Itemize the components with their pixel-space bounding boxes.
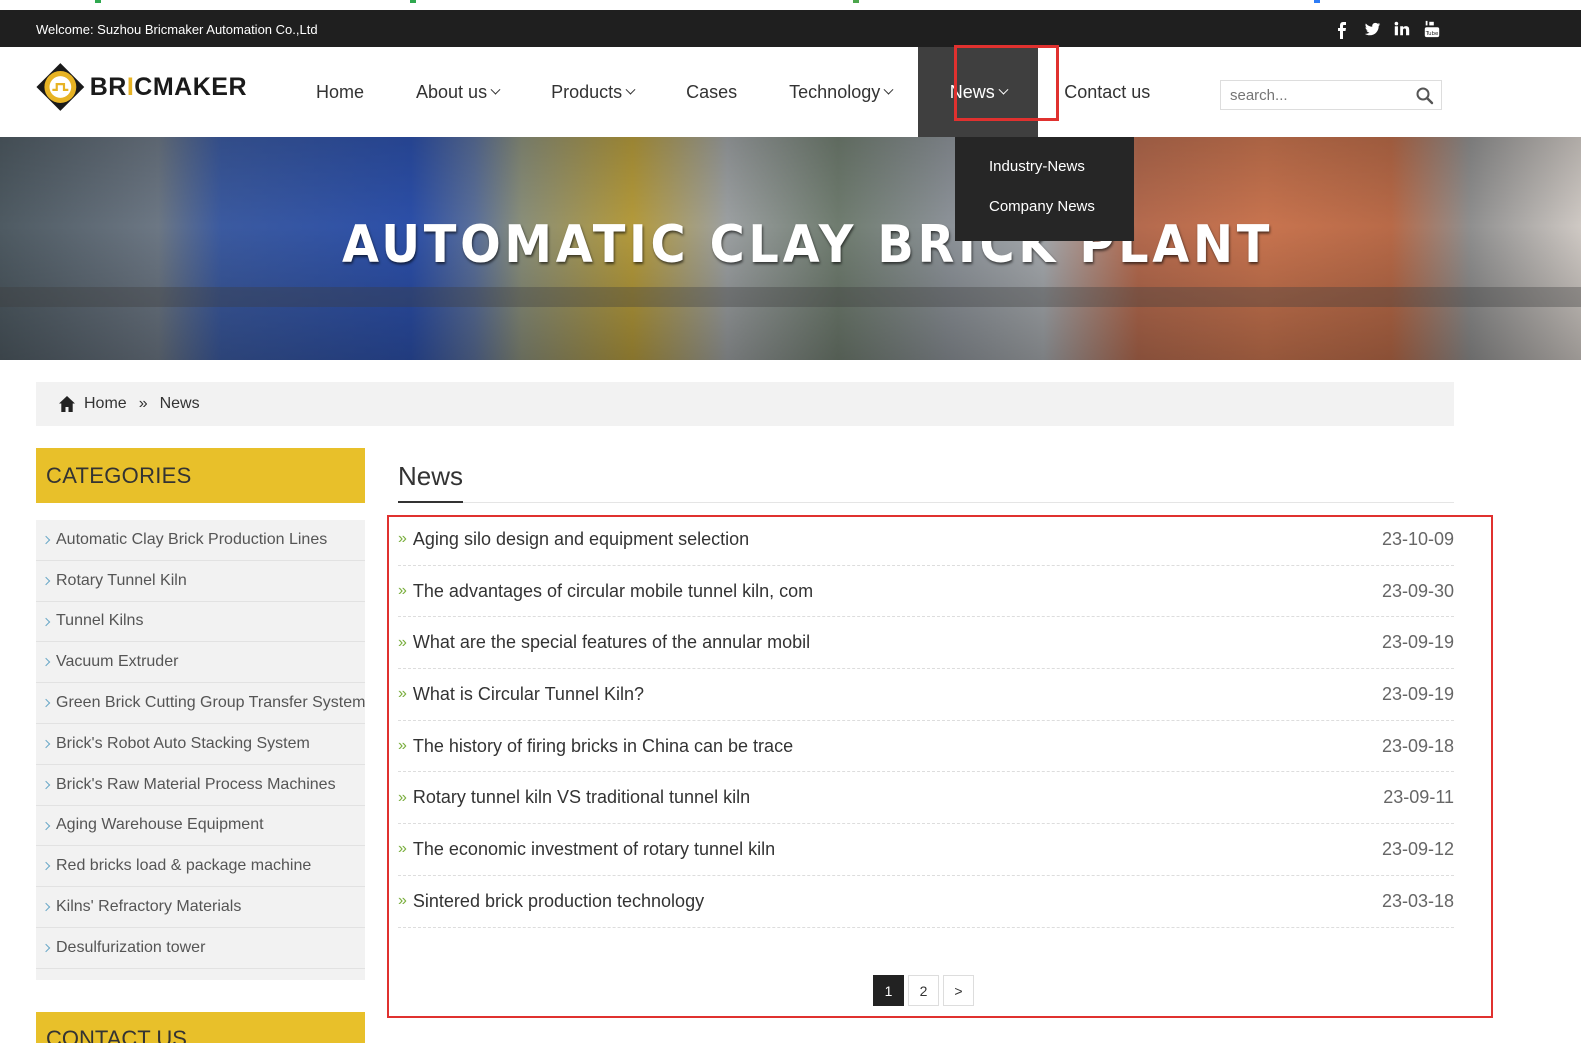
category-label: Kilns' Refractory Materials [56, 898, 242, 916]
chevron-down-icon [998, 84, 1009, 95]
nav-products[interactable]: Products [525, 47, 660, 137]
social-links: Tube [1333, 19, 1441, 39]
category-label: Brick's Raw Material Process Machines [56, 775, 336, 793]
category-label: Brick's Robot Auto Stacking System [56, 734, 310, 752]
brand-name: BRICMAKER [90, 73, 247, 102]
search-icon[interactable] [1415, 86, 1435, 106]
chevron-right-icon [41, 943, 51, 953]
chevron-down-icon [490, 84, 501, 95]
category-item[interactable]: Desulfurization tower [36, 928, 365, 969]
chevron-right-icon [41, 739, 51, 749]
dropdown-item-company-news[interactable]: Company News [955, 187, 1134, 227]
chevron-right-icon [41, 658, 51, 667]
nav-news[interactable]: News [918, 47, 1039, 137]
breadcrumb-home[interactable]: Home [84, 395, 127, 413]
category-item[interactable]: Rotary Tunnel Kiln [36, 561, 365, 602]
bricmaker-logo-icon [36, 63, 85, 111]
nav-technology[interactable]: Technology [763, 47, 918, 137]
search-box [1220, 80, 1442, 110]
chevron-right-icon [41, 535, 51, 545]
category-label: Vacuum Extruder [56, 653, 179, 671]
youtube-icon[interactable]: Tube [1423, 19, 1441, 39]
title-divider [398, 502, 1454, 503]
news-dropdown-menu: Industry-News Company News [955, 137, 1134, 241]
chevron-down-icon [883, 84, 894, 95]
hero-banner: AUTOMATIC CLAY BRICK PLANT [0, 137, 1581, 360]
category-item[interactable]: Green Brick Cutting Group Transfer Syste… [36, 683, 365, 724]
category-item[interactable]: Tunnel Kilns [36, 602, 365, 643]
category-label: Desulfurization tower [56, 938, 206, 956]
nav-news-label: News [949, 81, 995, 102]
category-item[interactable]: Vacuum Extruder [36, 642, 365, 684]
category-item[interactable]: Automatic Clay Brick Production Lines [36, 520, 365, 561]
category-item[interactable]: Kilns' Refractory Materials [36, 887, 365, 928]
home-icon [59, 396, 75, 412]
site-logo[interactable]: BRICMAKER [35, 53, 247, 121]
nav-cases[interactable]: Cases [660, 47, 763, 137]
nav-about-us[interactable]: About us [390, 47, 525, 137]
chevron-right-icon [41, 902, 51, 912]
nav-home[interactable]: Home [290, 47, 390, 137]
browser-toolbar-strip [0, 0, 1581, 10]
chevron-right-icon [41, 576, 51, 586]
nav-contact-label: Contact us [1064, 81, 1151, 102]
brand-name-pre: BR [89, 72, 127, 101]
chevron-right-icon [41, 862, 51, 871]
nav-products-label: Products [551, 81, 623, 102]
nav-contact-us[interactable]: Contact us [1038, 47, 1176, 137]
svg-text:Tube: Tube [1425, 31, 1439, 37]
breadcrumb: Home » News [36, 382, 1454, 426]
chevron-right-icon [41, 780, 51, 790]
banner-band [0, 287, 1581, 307]
category-item[interactable]: Aging Warehouse Equipment [36, 806, 365, 847]
category-item[interactable]: Brick's Raw Material Process Machines [36, 765, 365, 806]
categories-title: CATEGORIES [46, 463, 192, 488]
nav-technology-label: Technology [789, 81, 881, 102]
category-label: Tunnel Kilns [56, 612, 144, 630]
page-title: News [398, 461, 464, 491]
title-underline [398, 501, 463, 503]
chevron-down-icon [625, 84, 636, 95]
twitter-icon[interactable] [1363, 19, 1381, 39]
category-label: Automatic Clay Brick Production Lines [56, 530, 328, 548]
breadcrumb-current[interactable]: News [160, 395, 200, 413]
category-item[interactable]: Red bricks load & package machine [36, 846, 365, 888]
categories-list: Automatic Clay Brick Production Lines Ro… [36, 520, 365, 980]
chevron-right-icon [41, 617, 51, 626]
nav-cases-label: Cases [686, 81, 738, 102]
chevron-right-icon [41, 698, 51, 708]
facebook-icon[interactable] [1333, 19, 1351, 39]
search-input[interactable] [1221, 81, 1401, 109]
nav-home-label: Home [316, 81, 365, 102]
nav-about-label: About us [416, 81, 488, 102]
dropdown-item-industry-news[interactable]: Industry-News [955, 147, 1134, 187]
category-item[interactable]: Brick's Robot Auto Stacking System [36, 724, 365, 765]
main-nav: Home About us Products Cases Technology … [290, 47, 1176, 137]
category-label: Aging Warehouse Equipment [56, 816, 264, 834]
category-label: Red bricks load & package machine [56, 857, 312, 875]
breadcrumb-separator: » [138, 395, 148, 412]
category-label: Rotary Tunnel Kiln [56, 571, 187, 589]
category-label: Green Brick Cutting Group Transfer Syste… [56, 694, 366, 712]
chevron-right-icon [41, 821, 51, 830]
contact-us-header: CONTACT US [36, 1012, 365, 1043]
linkedin-icon[interactable] [1393, 19, 1411, 39]
categories-header: CATEGORIES [36, 448, 365, 503]
contact-us-title: CONTACT US [46, 1026, 187, 1043]
welcome-text: Welcome: Suzhou Bricmaker Automation Co.… [36, 22, 318, 37]
top-bar: Welcome: Suzhou Bricmaker Automation Co.… [0, 10, 1581, 47]
news-list-highlight-box [387, 515, 1493, 1018]
brand-name-post: CMAKER [134, 72, 247, 101]
